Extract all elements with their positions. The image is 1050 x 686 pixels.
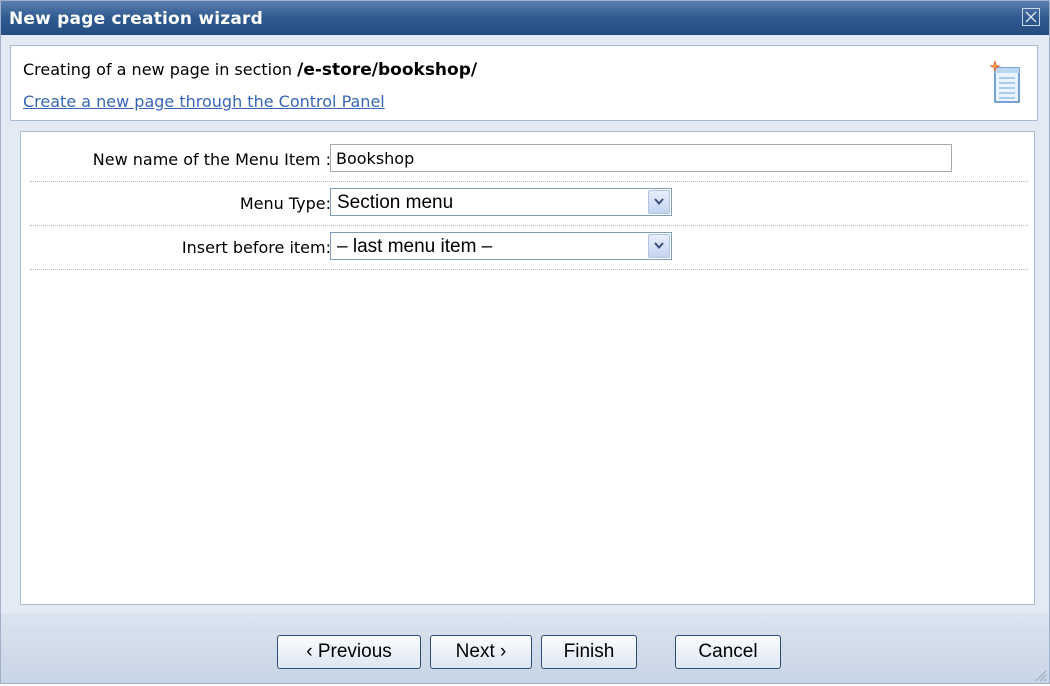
menu-item-name-row: New name of the Menu Item : (30, 138, 1028, 182)
cancel-button[interactable]: Cancel (675, 635, 781, 669)
insert-before-value: – last menu item – (337, 236, 493, 257)
wizard-header: Creating of a new page in section /e-sto… (10, 45, 1038, 121)
form-panel: New name of the Menu Item : Menu Type: S… (20, 131, 1035, 605)
close-icon[interactable] (1022, 8, 1040, 26)
title-bar[interactable]: New page creation wizard (1, 1, 1049, 35)
header-text-prefix: Creating of a new page in section (23, 60, 293, 79)
chevron-down-icon[interactable] (648, 190, 670, 214)
menu-item-name-input[interactable] (330, 144, 952, 172)
wizard-dialog: New page creation wizard Creating of a n… (0, 0, 1050, 684)
button-bar: ‹ Previous Next › Finish Cancel (1, 613, 1049, 683)
menu-item-name-label: New name of the Menu Item : (92, 150, 331, 169)
dialog-title: New page creation wizard (9, 9, 264, 29)
menu-type-label: Menu Type: (239, 194, 331, 213)
next-button[interactable]: Next › (430, 635, 532, 669)
menu-type-value: Section menu (337, 192, 454, 213)
finish-button[interactable]: Finish (541, 635, 637, 669)
resize-grip-icon[interactable] (1033, 667, 1047, 682)
chevron-down-icon[interactable] (648, 234, 670, 258)
insert-before-label: Insert before item: (181, 238, 331, 257)
previous-button[interactable]: ‹ Previous (277, 635, 421, 669)
header-description: Creating of a new page in section /e-sto… (23, 60, 477, 80)
menu-type-row: Menu Type: Section menu (30, 182, 1028, 226)
section-path: /e-store/bookshop/ (297, 60, 478, 80)
new-document-icon (989, 58, 1023, 106)
control-panel-link[interactable]: Create a new page through the Control Pa… (23, 92, 385, 111)
insert-before-row: Insert before item: – last menu item – (30, 226, 1028, 270)
insert-before-select[interactable]: – last menu item – (330, 232, 672, 260)
menu-type-select[interactable]: Section menu (330, 188, 672, 216)
